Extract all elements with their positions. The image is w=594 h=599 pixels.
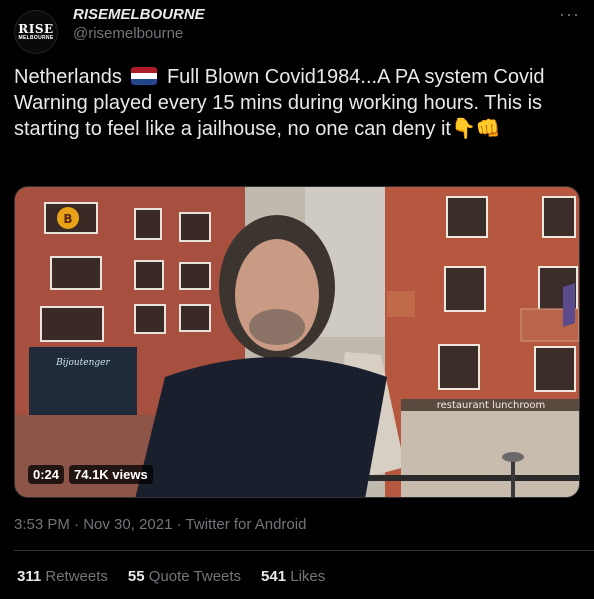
tweet-time[interactable]: 3:53 PM xyxy=(14,516,70,533)
retweets-count: 311 xyxy=(17,568,42,585)
handle[interactable]: @risemelbourne xyxy=(73,25,183,42)
restaurant-sign-text: restaurant lunchroom xyxy=(437,400,545,411)
tweet-text: Netherlands Full Blown Covid1984...A PA … xyxy=(14,64,574,142)
avatar-text-rise: RISE xyxy=(18,21,54,36)
likes-count: 541 xyxy=(261,568,287,585)
video-player[interactable]: B Bijoutenger restaurant lunchroom 0:24 … xyxy=(14,186,580,498)
meta-separator-1: · xyxy=(74,516,80,533)
svg-text:B: B xyxy=(63,212,72,226)
retweets-label: Retweets xyxy=(45,568,108,585)
video-frame: B Bijoutenger restaurant lunchroom xyxy=(15,187,579,497)
likes-stat[interactable]: 541 Likes xyxy=(261,568,325,585)
meta-separator-2: · xyxy=(176,516,182,533)
tweet-stats: 311 Retweets 55 Quote Tweets 541 Likes xyxy=(17,568,325,585)
quotes-count: 55 xyxy=(127,568,145,585)
more-horizontal-icon[interactable]: ··· xyxy=(559,4,580,25)
avatar[interactable]: RISE MELBOURNE xyxy=(14,10,58,54)
shop-sign-text: Bijoutenger xyxy=(55,358,110,368)
quotes-label: Quote Tweets xyxy=(148,568,242,585)
likes-label: Likes xyxy=(290,568,326,585)
tweet-meta: 3:53 PM · Nov 30, 2021 · Twitter for And… xyxy=(14,516,306,533)
quote-tweets-stat[interactable]: 55 Quote Tweets xyxy=(128,568,241,585)
tweet-source: Twitter for Android xyxy=(185,516,307,533)
tweet-text-part1: Netherlands xyxy=(14,66,122,88)
avatar-text-melbourne: MELBOURNE xyxy=(18,34,54,41)
divider xyxy=(14,550,594,551)
display-name[interactable]: RISEMELBOURNE xyxy=(73,6,205,23)
retweets-stat[interactable]: 311 Retweets xyxy=(17,568,108,585)
emoji-point-down-fist-icon: 👇👊 xyxy=(450,118,501,140)
netherlands-flag-icon xyxy=(131,67,158,85)
video-duration-badge: 0:24 xyxy=(28,465,65,484)
video-views-badge: 74.1K views xyxy=(69,465,153,484)
tweet-date[interactable]: Nov 30, 2021 xyxy=(83,516,172,533)
